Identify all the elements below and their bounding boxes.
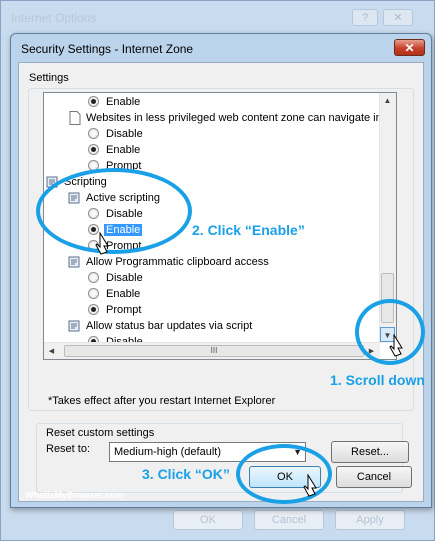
- setting-page-icon: [68, 255, 82, 268]
- step-3-callout: 3. Click “OK”: [142, 466, 230, 482]
- dialog-title: Security Settings - Internet Zone: [21, 42, 194, 56]
- scroll-grip: III: [210, 346, 218, 355]
- tree-item-label: Disable: [106, 128, 143, 140]
- reset-group-title: Reset custom settings: [46, 427, 155, 439]
- reset-level-value: Medium-high (default): [114, 446, 221, 458]
- tree-item-label: Prompt: [106, 304, 142, 316]
- step-1-callout: 1. Scroll down: [330, 372, 425, 388]
- pointer-cursor-icon: [95, 232, 109, 255]
- background-window-title: Internet Options: [11, 11, 97, 25]
- cancel-button[interactable]: Cancel: [336, 466, 412, 488]
- radio-icon[interactable]: [88, 96, 99, 107]
- tree-item-label: Enable: [106, 96, 141, 108]
- background-cancel-button[interactable]: Cancel: [254, 510, 324, 530]
- tree-item-label: Disable: [106, 272, 143, 284]
- radio-icon[interactable]: [88, 144, 99, 155]
- radio-icon[interactable]: [88, 272, 99, 283]
- pointer-cursor-icon: [389, 334, 403, 357]
- tree-item-label: Websites in less privileged web content …: [86, 112, 382, 124]
- setting-page-icon: [68, 319, 82, 332]
- background-help-button[interactable]: ?: [352, 9, 378, 26]
- pointer-cursor-icon: [303, 474, 317, 497]
- horizontal-scroll-thumb[interactable]: III: [64, 345, 364, 357]
- radio-icon[interactable]: [88, 304, 99, 315]
- dialog-close-button[interactable]: ✕: [394, 39, 425, 56]
- radio-icon[interactable]: [88, 128, 99, 139]
- background-close-button[interactable]: ✕: [383, 9, 413, 26]
- setting-page-icon: [68, 111, 82, 125]
- highlight-ring-enable: [36, 168, 192, 254]
- reset-to-label: Reset to:: [46, 443, 91, 455]
- horizontal-scrollbar[interactable]: ◀ III ▶: [44, 342, 380, 359]
- tree-item-label: Enable: [106, 144, 141, 156]
- restart-note: *Takes effect after you restart Internet…: [48, 395, 276, 407]
- tree-item-label: Allow status bar updates via script: [86, 320, 253, 332]
- scroll-left-button[interactable]: ◀: [44, 344, 59, 359]
- watermark: WhatIsMyBrowser.com: [25, 490, 124, 500]
- background-ok-button[interactable]: OK: [173, 510, 243, 530]
- background-apply-button[interactable]: Apply: [335, 510, 405, 530]
- scroll-up-button[interactable]: ▲: [380, 93, 395, 108]
- reset-button[interactable]: Reset...: [331, 441, 409, 463]
- tree-item-label: Enable: [106, 288, 141, 300]
- settings-group-label: Settings: [29, 72, 69, 84]
- radio-icon[interactable]: [88, 288, 99, 299]
- tree-item-label: Allow Programmatic clipboard access: [86, 256, 269, 268]
- step-2-callout: 2. Click “Enable”: [192, 222, 305, 238]
